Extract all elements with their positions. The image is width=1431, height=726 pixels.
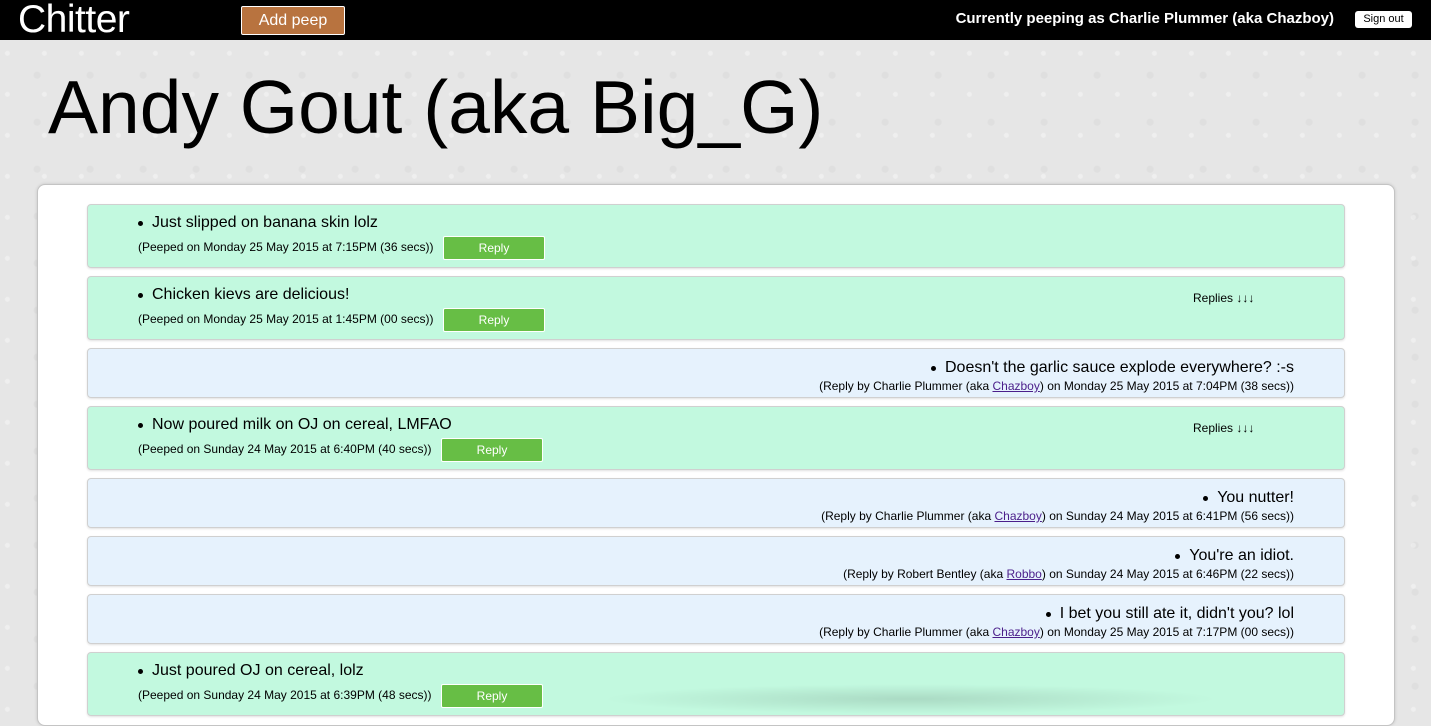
reply-item: You're an idiot. (Reply by Robert Bentle… [87, 536, 1345, 586]
reply-item: I bet you still ate it, didn't you? lol … [87, 594, 1345, 644]
reply-meta-suffix: ) on Sunday 24 May 2015 at 6:41PM (56 se… [1041, 509, 1294, 523]
peep-item: Just slipped on banana skin lolz (Peeped… [87, 204, 1345, 268]
sign-out-button[interactable]: Sign out [1355, 11, 1412, 28]
add-peep-button[interactable]: Add peep [241, 6, 345, 35]
reply-meta: (Reply by Charlie Plummer (aka Chazboy) … [819, 625, 1294, 639]
user-handle-link[interactable]: Robbo [1006, 567, 1041, 581]
peep-text: Chicken kievs are delicious! [137, 286, 350, 303]
peep-meta: (Peeped on Monday 25 May 2015 at 1:45PM … [138, 312, 434, 326]
reply-text: Doesn't the garlic sauce explode everywh… [930, 359, 1294, 376]
peep-meta: (Peeped on Sunday 24 May 2015 at 6:39PM … [138, 688, 432, 702]
reply-meta-prefix: (Reply by Charlie Plummer (aka [819, 625, 993, 639]
reply-item: Doesn't the garlic sauce explode everywh… [87, 348, 1345, 398]
reply-meta-suffix: ) on Monday 25 May 2015 at 7:04PM (38 se… [1039, 379, 1294, 393]
reply-button[interactable]: Reply [441, 438, 543, 462]
brand-logo[interactable]: Chitter [18, 0, 130, 42]
reply-text: You're an idiot. [1175, 547, 1294, 564]
reply-meta: (Reply by Robert Bentley (aka Robbo) on … [843, 567, 1294, 581]
peep-text: Just poured OJ on cereal, lolz [138, 662, 364, 679]
reply-button[interactable]: Reply [443, 308, 545, 332]
reply-meta-suffix: ) on Monday 25 May 2015 at 7:17PM (00 se… [1039, 625, 1294, 639]
peep-meta: (Peeped on Monday 25 May 2015 at 7:15PM … [138, 240, 434, 254]
peep-text: Just slipped on banana skin lolz [138, 214, 378, 231]
reply-text: You nutter! [1203, 489, 1294, 506]
page-title: Andy Gout (aka Big_G) [48, 65, 824, 149]
reply-meta-suffix: ) on Sunday 24 May 2015 at 6:46PM (22 se… [1041, 567, 1294, 581]
reply-meta: (Reply by Charlie Plummer (aka Chazboy) … [821, 509, 1294, 523]
replies-toggle[interactable]: Replies ↓↓↓ [1193, 421, 1254, 435]
top-navbar: Chitter Add peep Currently peeping as Ch… [0, 0, 1431, 42]
reply-button[interactable]: Reply [441, 684, 543, 708]
reply-meta-prefix: (Reply by Charlie Plummer (aka [819, 379, 993, 393]
reply-meta-prefix: (Reply by Robert Bentley (aka [843, 567, 1007, 581]
current-user-status: Currently peeping as Charlie Plummer (ak… [955, 10, 1334, 27]
user-handle-link[interactable]: Chazboy [992, 379, 1039, 393]
reply-item: You nutter! (Reply by Charlie Plummer (a… [87, 478, 1345, 528]
reply-meta-prefix: (Reply by Charlie Plummer (aka [821, 509, 995, 523]
drop-shadow-decoration [600, 684, 1220, 714]
replies-toggle[interactable]: Replies ↓↓↓ [1193, 291, 1254, 305]
peep-meta: (Peeped on Sunday 24 May 2015 at 6:40PM … [138, 442, 432, 456]
peep-item: Chicken kievs are delicious! (Peeped on … [87, 276, 1345, 340]
user-handle-link[interactable]: Chazboy [994, 509, 1041, 523]
user-handle-link[interactable]: Chazboy [992, 625, 1039, 639]
peep-item: Now poured milk on OJ on cereal, LMFAO (… [87, 406, 1345, 470]
peep-text: Now poured milk on OJ on cereal, LMFAO [138, 416, 452, 433]
reply-button[interactable]: Reply [443, 236, 545, 260]
reply-text: I bet you still ate it, didn't you? lol [1045, 605, 1294, 622]
reply-meta: (Reply by Charlie Plummer (aka Chazboy) … [819, 379, 1294, 393]
